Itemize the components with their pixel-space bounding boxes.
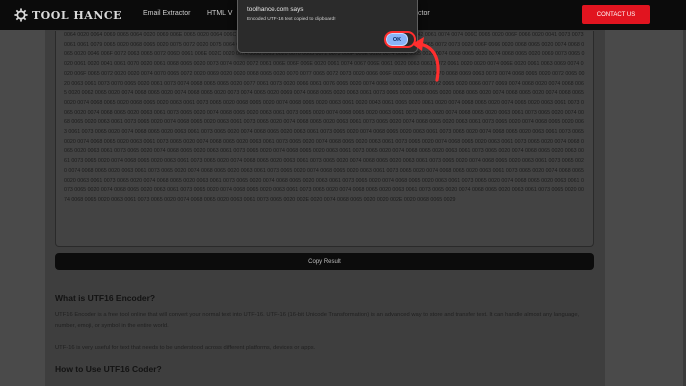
nav-html-tool[interactable]: HTML V	[207, 10, 232, 17]
nav-email-extractor[interactable]: Email Extractor	[143, 10, 190, 17]
dialog-title: toolhance.com says	[247, 6, 304, 13]
paragraph-intro: UTF16 Encoder is a free tool online that…	[55, 312, 580, 329]
copy-result-button[interactable]: Copy Result	[55, 253, 594, 270]
encoded-output-text: 0064 0020 0064 0069 0065 0064 0020 0069 …	[64, 32, 585, 203]
encoded-output-textarea[interactable]: 0064 0020 0064 0069 0065 0064 0020 0069 …	[55, 31, 594, 247]
paragraph-usefulness: UTF-16 is very useful for text that need…	[55, 345, 316, 351]
heading-what-is: What is UTF16 Encoder?	[55, 293, 156, 303]
dialog-message: Encoded UTF-16 text copied to clipboard!	[247, 17, 336, 22]
pointer-arrow-icon	[412, 37, 440, 82]
nav-extractor-tool[interactable]: ctor	[418, 10, 430, 17]
contact-us-button[interactable]: CONTACT US	[582, 5, 650, 24]
heading-how-to: How to Use UTF16 Coder?	[55, 364, 162, 374]
